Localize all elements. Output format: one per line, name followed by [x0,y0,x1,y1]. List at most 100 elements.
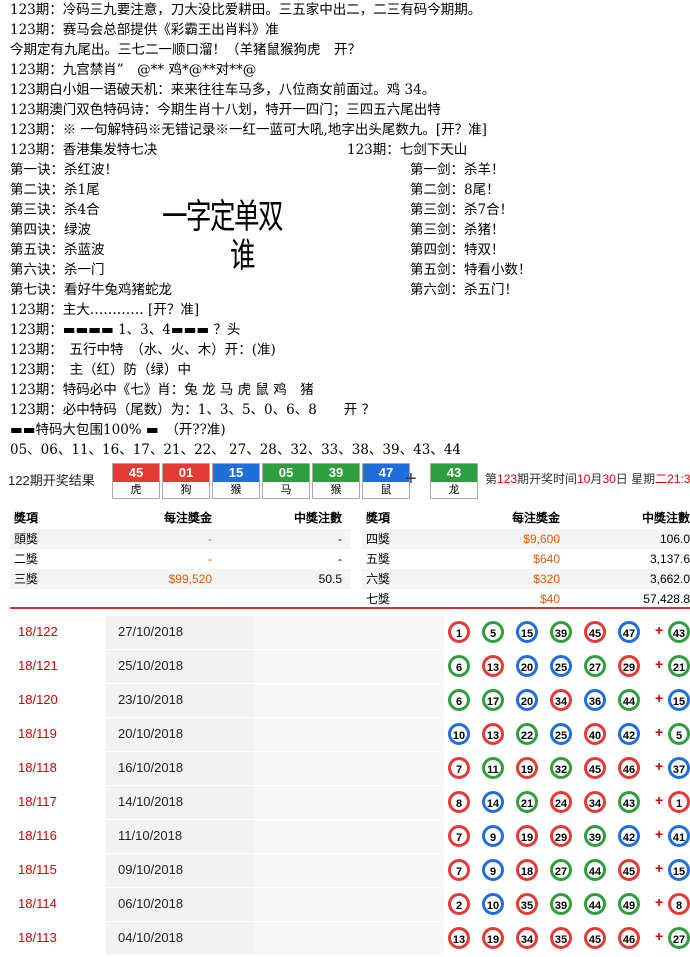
history-ball: 45 [618,859,640,881]
history-ball: 1 [448,621,470,643]
prize-row: 頭獎 - - [10,529,350,549]
special-ball: 43 龙 [430,463,478,499]
prize-cell: $9,600 [523,532,560,546]
history-ball: 36 [584,689,606,711]
history-ball: 39 [550,621,572,643]
prize-cell: $320 [533,572,560,586]
result-ball: 15 猴 [212,463,260,499]
ball-zodiac: 狗 [180,484,192,496]
left-item: 第七诀：看好牛兔鸡猪蛇龙 [10,282,172,298]
prize-cell: 頭獎 [14,532,39,546]
ball-zodiac: 猴 [230,484,242,496]
history-issue: 18/121 [18,658,58,673]
history-ball: 19 [516,825,538,847]
prize-table-header: 獎項 每注獎金 中獎注數 [362,503,690,527]
history-ball: 39 [550,893,572,915]
prize-row: 七獎 $40 57,428.8 [362,589,690,609]
right-item: 第四剑：特双！ [410,242,505,258]
history-ball: 7 [448,825,470,847]
prize-cell: 106.0 [659,532,690,546]
history-row: 18/114 06/10/2018 2 10 35 39 44 49 +8 [10,888,690,921]
history-ball: 13 [482,655,504,677]
ball-zodiac: 龙 [448,484,460,496]
left-item: 第一诀：杀红波！ [10,162,118,178]
history-ball: 19 [482,927,504,949]
history-row: 18/120 23/10/2018 6 17 20 34 36 44 +15 [10,684,690,717]
plus-sign: + [655,724,664,740]
forecast-line: 123期：▬▬▬▬ 1、3、4▬▬▬ ？头 [10,322,241,338]
history-row: 18/122 27/10/2018 1 5 15 39 45 47 +43 [10,616,690,649]
right-item: 第五剑：特看小数！ [410,262,532,278]
left-item: 第六诀：杀一门 [10,262,105,278]
history-ball: 25 [550,723,572,745]
history-date: 14/10/2018 [118,794,184,809]
prize-row: 三獎 $99,520 50.5 [10,569,350,589]
history-date: 27/10/2018 [118,624,184,639]
prize-cell: - [338,552,342,566]
history-special-ball: 27 [668,927,690,949]
history-row: 18/121 25/10/2018 6 13 20 25 27 29 +21 [10,650,690,683]
history-ball: 46 [618,757,640,779]
result-ball: 47 鼠 [362,463,410,499]
history-special-ball: 37 [668,757,690,779]
history-special-ball: 15 [668,689,690,711]
prize-cell: 50.5 [318,572,342,586]
history-ball: 45 [584,927,606,949]
prize-row: 六獎 $320 3,662.0 [362,569,690,589]
history-row: 18/118 16/10/2018 7 11 19 32 45 46 +37 [10,752,690,785]
prize-row: 五獎 $640 3,137.6 [362,549,690,569]
history-issue: 18/116 [18,828,57,843]
plus-sign: + [405,468,417,490]
right-item: 第三剑：杀猪！ [410,222,505,238]
ball-number: 39 [313,464,359,482]
history-ball: 8 [448,791,470,813]
prize-cell: 六獎 [366,572,391,586]
left-item: 第五诀：杀蓝波 [10,242,105,258]
forecast-line: 123期：※ 一句解特码※无错记录※一红一蓝可大吼,地字出头尾数九。[开？准] [10,122,487,138]
history-ball: 6 [448,655,470,677]
history-ball: 9 [482,825,504,847]
prize-header-cell: 每注獎金 [511,511,560,525]
history-ball: 40 [584,723,606,745]
plus-sign: + [655,894,664,910]
history-ball: 7 [448,859,470,881]
prize-cell: 五獎 [366,552,391,566]
prize-cell: 二獎 [14,552,39,566]
history-ball: 45 [584,757,606,779]
history-ball: 15 [516,621,538,643]
prize-cell: - [338,532,342,546]
history-ball: 13 [482,723,504,745]
history-special-ball: 5 [668,723,690,745]
prize-cell: - [208,552,212,566]
history-row: 18/117 14/10/2018 8 14 21 24 34 43 +1 [10,786,690,819]
history-ball: 49 [618,893,640,915]
history-ball: 43 [618,791,640,813]
history-issue: 18/119 [18,726,57,741]
result-strip: 122期开奖结果 45 虎 01 狗 15 猴 05 马 39 猴 47 鼠 43 龙 + 第123期开奖… [0,460,690,500]
forecast-line: 05、06、11、16、17、21、22、 27、28、32、33、38、39、… [10,442,461,458]
history-ball: 29 [618,655,640,677]
history-date: 11/10/2018 [118,828,183,843]
history-ball: 6 [448,689,470,711]
plus-sign: + [655,758,664,774]
history-row: 18/115 09/10/2018 7 9 18 27 44 45 +15 [10,854,690,887]
history-ball: 20 [516,655,538,677]
prize-row: 四獎 $9,600 106.0 [362,529,690,549]
ball-number: 05 [263,464,309,482]
forecast-line: 今期定有九尾出。三七二一顺口溜！（羊猪鼠猴狗虎 开？ [10,42,361,58]
history-issue: 18/120 [18,692,58,707]
history-issue: 18/113 [18,930,57,945]
prize-cell: - [208,532,212,546]
history-ball: 9 [482,859,504,881]
forecast-line: 123期澳门双色特码诗：今期生肖十八划，特开一四门；三四五六尾出特 [10,102,441,118]
forecast-line: 123期：特码必中《七》肖：兔 龙 马 虎 鼠 鸡 猪 [10,382,314,398]
prize-cell: $99,520 [168,572,212,586]
history-special-ball: 8 [668,893,690,915]
left-item: 第四诀：绿波 [10,222,91,238]
prize-cell: $40 [539,592,560,606]
history-issue: 18/122 [18,624,58,639]
forecast-line: 123期： 五行中特 （水、火、木）开：(准) [10,342,276,358]
history-ball: 7 [448,757,470,779]
prize-cell: 四獎 [366,532,391,546]
history-ball: 19 [516,757,538,779]
